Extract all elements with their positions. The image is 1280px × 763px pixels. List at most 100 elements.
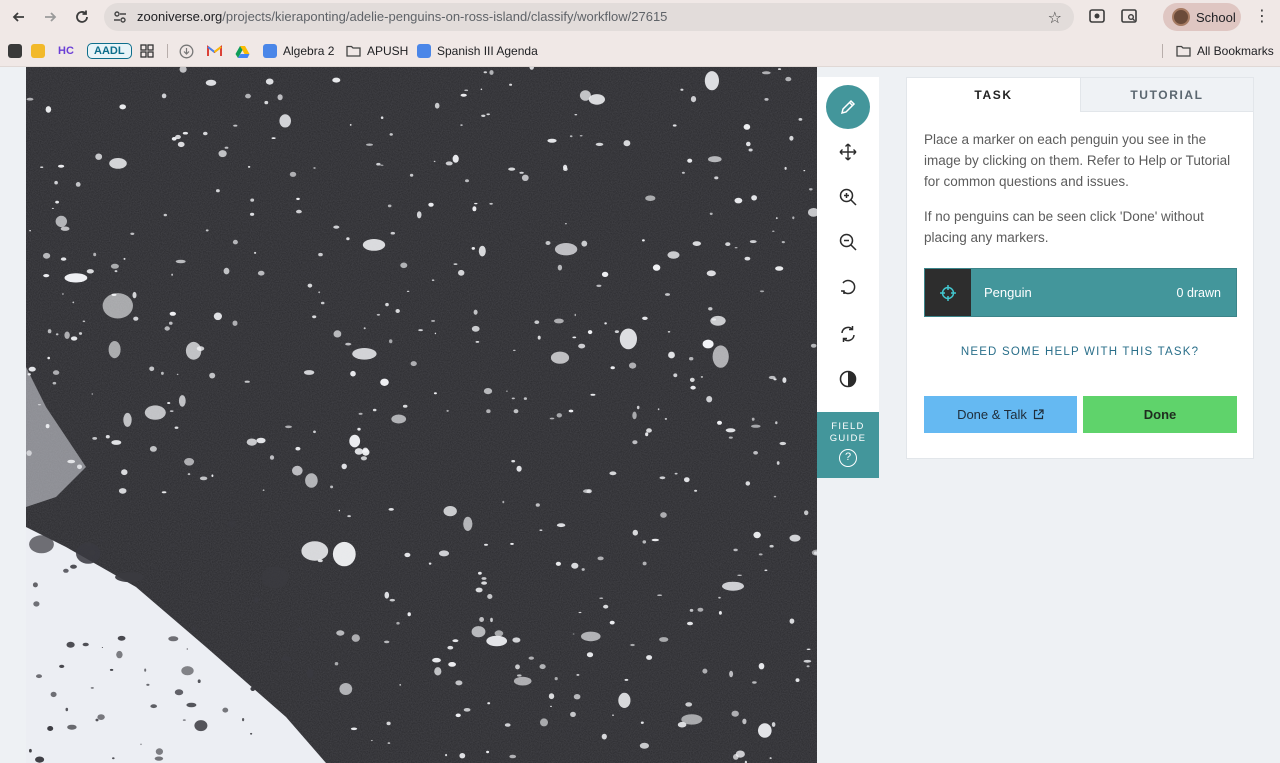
snow-fleck [689, 357, 694, 361]
avatar [1172, 8, 1190, 26]
snow-fleck [673, 373, 678, 378]
snow-fleck [630, 643, 635, 647]
snow-fleck [209, 372, 216, 379]
snow-fleck [460, 124, 463, 126]
snow-fleck [149, 446, 157, 452]
snow-fleck [725, 242, 731, 247]
snow-fleck [213, 312, 222, 321]
reset-button[interactable] [826, 312, 870, 356]
snow-fleck [640, 721, 644, 724]
snow-fleck [192, 626, 196, 632]
snow-fleck [433, 160, 436, 163]
tab-tutorial[interactable]: TUTORIAL [1080, 78, 1253, 112]
bookmark-apps[interactable] [140, 42, 154, 60]
bookmark-hc[interactable]: HC [58, 42, 74, 60]
bookmark-aadl[interactable]: AADL [87, 42, 132, 60]
bookmark-algebra2[interactable]: Algebra 2 [263, 42, 334, 60]
snow-fleck [105, 435, 110, 439]
address-bar[interactable]: zooniverse.org/projects/kieraponting/ade… [104, 3, 1074, 31]
snow-fleck [447, 645, 454, 650]
zoom-out-button[interactable] [826, 220, 870, 264]
bookmark-download[interactable] [179, 42, 194, 60]
snow-fleck [186, 648, 188, 650]
snow-fleck [61, 293, 64, 295]
done-button[interactable]: Done [1083, 396, 1237, 433]
snow-fleck [388, 508, 394, 511]
snow-fleck [416, 211, 422, 219]
screenshot-icon[interactable] [1088, 7, 1108, 27]
invert-button[interactable] [826, 357, 870, 401]
snow-fleck [504, 723, 511, 727]
done-talk-label: Done & Talk [957, 407, 1027, 422]
zoom-in-button[interactable] [826, 175, 870, 219]
snow-fleck [176, 373, 179, 376]
snow-fleck [366, 143, 373, 146]
snow-fleck [164, 326, 170, 331]
snow-fleck [452, 154, 459, 163]
snow-fleck [513, 676, 532, 686]
snow-fleck [318, 291, 321, 294]
subject-image[interactable] [26, 67, 817, 763]
snow-fleck [67, 724, 77, 730]
snow-fleck [264, 100, 269, 105]
profile-button[interactable]: School [1163, 3, 1241, 31]
snow-fleck [523, 397, 527, 400]
bookmark-apush[interactable]: APUSH [346, 42, 408, 60]
tab-search-icon[interactable] [1120, 7, 1140, 27]
all-bookmarks[interactable]: All Bookmarks [1176, 42, 1274, 60]
penguin-aerial-photo [26, 67, 817, 763]
move-tool-button[interactable] [826, 130, 870, 174]
snow-fleck [545, 241, 551, 245]
snow-fleck [639, 742, 650, 749]
snow-fleck [250, 686, 256, 692]
snow-fleck [733, 548, 738, 552]
bookmark-star-icon[interactable]: ☆ [1048, 8, 1062, 28]
snow-fleck [690, 96, 697, 103]
bookmark-gmail[interactable] [207, 42, 222, 60]
snow-fleck [149, 366, 155, 372]
download-circle-icon [179, 44, 194, 58]
snow-fleck [487, 702, 491, 705]
snow-fleck [474, 202, 478, 205]
snow-fleck [161, 599, 166, 602]
reload-icon[interactable] [70, 5, 94, 29]
snow-fleck [464, 89, 469, 91]
penguin-marker-tool[interactable]: Penguin 0 drawn [924, 268, 1237, 317]
snow-fleck [632, 411, 637, 420]
menu-icon[interactable]: ⋮ [1252, 7, 1272, 27]
snow-fleck [445, 753, 448, 757]
snow-fleck [349, 434, 361, 448]
bookmark-drive[interactable] [235, 42, 250, 60]
snow-fleck [748, 148, 753, 152]
annotate-tool-button[interactable] [826, 85, 870, 129]
snow-fleck [312, 650, 316, 654]
snow-fleck [508, 167, 516, 171]
snow-fleck [360, 456, 367, 461]
snow-fleck [764, 569, 768, 572]
snow-fleck [463, 516, 473, 531]
snow-fleck [481, 114, 486, 117]
bookmark-app-2[interactable] [31, 42, 51, 60]
snow-fleck [144, 668, 147, 672]
snow-fleck [132, 291, 137, 299]
rotate-button[interactable] [826, 265, 870, 309]
field-guide-button[interactable]: FIELD GUIDE ? [817, 412, 879, 478]
snow-fleck [51, 207, 54, 209]
snow-fleck [191, 595, 197, 599]
snow-fleck [338, 509, 340, 512]
snow-fleck [285, 425, 292, 429]
snow-fleck [171, 273, 173, 276]
snow-fleck [32, 582, 38, 588]
bookmark-app-1[interactable] [8, 42, 28, 60]
snow-fleck [402, 404, 408, 408]
snow-fleck [753, 451, 758, 455]
help-link[interactable]: NEED SOME HELP WITH THIS TASK? [907, 346, 1253, 358]
site-settings-icon[interactable] [112, 9, 128, 25]
bookmark-spanish[interactable]: Spanish III Agenda [417, 42, 538, 60]
back-icon[interactable] [7, 5, 31, 29]
snow-fleck [52, 381, 57, 385]
done-and-talk-button[interactable]: Done & Talk [924, 396, 1077, 433]
forward-icon[interactable] [38, 5, 62, 29]
snow-fleck [86, 542, 92, 547]
tab-task[interactable]: TASK [907, 78, 1080, 112]
